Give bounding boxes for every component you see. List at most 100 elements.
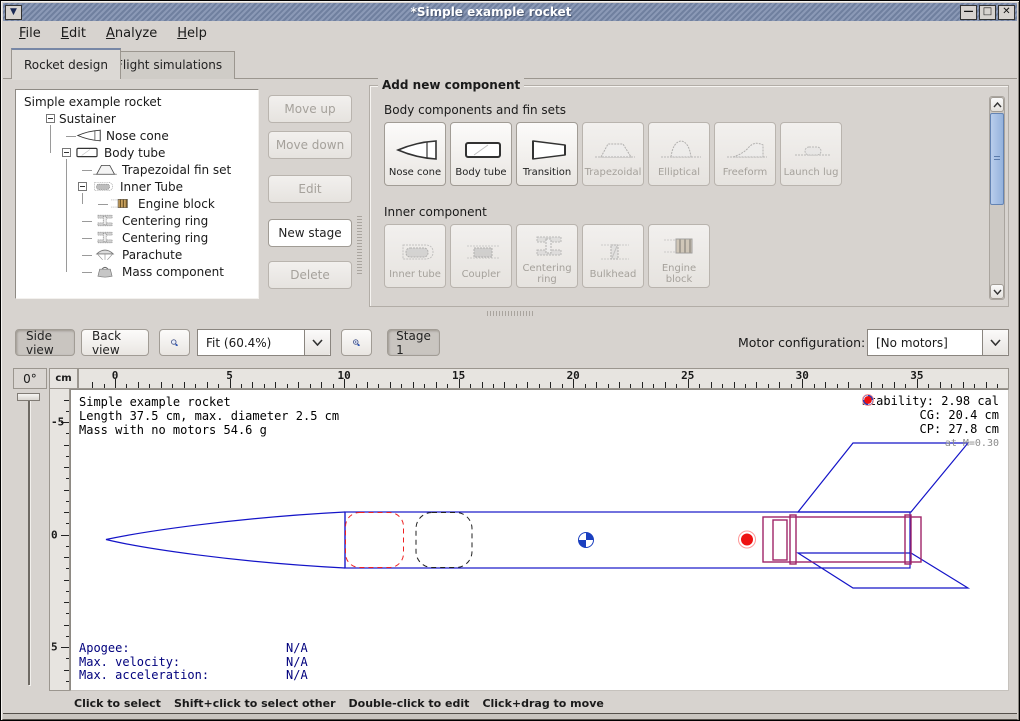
engineblock-icon <box>108 196 134 211</box>
ruler-tick <box>860 384 861 388</box>
tree-item-centering-ring[interactable]: Centering ring <box>16 212 208 229</box>
add-engine-block-button: Engine block <box>648 224 710 288</box>
ruler-tick <box>516 384 517 388</box>
ruler-tick <box>401 384 402 388</box>
ruler-tick <box>252 382 253 388</box>
vertical-ruler: -505 <box>49 389 70 691</box>
cp-line: CP: 27.8 cm <box>862 422 999 436</box>
tree-item-label: Parachute <box>118 248 182 262</box>
tree-item-parachute[interactable]: Parachute <box>16 246 182 263</box>
rocket-figure-canvas[interactable]: Simple example rocketLength 37.5 cm, max… <box>70 389 1009 691</box>
tree-item-body-tube[interactable]: Body tube <box>16 144 165 161</box>
ruler-tick <box>608 384 609 388</box>
tree-item-mass-component[interactable]: Mass component <box>16 263 224 280</box>
menu-help[interactable]: Help <box>169 24 215 43</box>
fin-icon <box>92 162 118 177</box>
ruler-tick <box>66 568 69 569</box>
motor-combo-arrow-icon[interactable] <box>982 330 1008 355</box>
scrollbar-thumb[interactable] <box>990 113 1004 205</box>
minimize-button[interactable]: — <box>960 5 977 20</box>
ruler-tick <box>424 384 425 388</box>
motor-configuration-combobox[interactable]: [No motors] <box>867 329 1009 356</box>
component-button-label: Transition <box>523 167 571 178</box>
component-button-label: Engine block <box>649 263 709 285</box>
ruler-tick-label: 15 <box>452 369 465 382</box>
ruler-tick <box>974 384 975 388</box>
cg-marker <box>579 533 594 548</box>
tree-item-nose-cone[interactable]: Nose cone <box>16 127 169 144</box>
scroll-down-button[interactable] <box>990 284 1004 299</box>
tree-item-label: Simple example rocket <box>20 95 161 109</box>
back-view-button[interactable]: Back view <box>81 329 149 356</box>
tree-item-inner-tube[interactable]: Inner Tube <box>16 178 183 195</box>
zoom-level-combobox[interactable]: Fit (60.4%) <box>197 329 331 356</box>
menu-analyze[interactable]: Analyze <box>98 24 165 43</box>
ruler-tick <box>66 591 69 592</box>
ruler-tick <box>642 382 643 388</box>
close-button[interactable]: ✕ <box>998 5 1015 20</box>
add-body-tube-button[interactable]: Body tube <box>450 122 512 186</box>
tree-item-trapezoidal-fin-set[interactable]: Trapezoidal fin set <box>16 161 231 178</box>
menu-edit[interactable]: Edit <box>53 24 94 43</box>
window-menu-icon[interactable]: ▼ <box>5 5 22 20</box>
rotation-slider-handle[interactable] <box>17 393 40 401</box>
bodytube-icon-holder <box>458 135 505 165</box>
ruler-tick <box>527 382 528 388</box>
ruler-tick <box>104 384 105 388</box>
tree-item-label: Sustainer <box>55 112 116 126</box>
stage-1-button[interactable]: Stage 1 <box>387 329 440 356</box>
ruler-tick <box>321 382 322 388</box>
nosecone-icon <box>395 138 439 162</box>
tab-rocket-design[interactable]: Rocket design <box>11 48 121 79</box>
ruler-tick <box>871 382 872 388</box>
innertube-icon <box>90 179 116 194</box>
tab-flight-simulations[interactable]: Flight simulations <box>103 51 235 79</box>
ruler-tick <box>596 382 597 388</box>
ruler-tick <box>745 384 746 388</box>
engineblock-icon-holder <box>656 231 703 261</box>
ruler-tick <box>64 670 69 671</box>
rocket-info-line: Length 37.5 cm, max. diameter 2.5 cm <box>79 409 339 423</box>
add-nose-cone-button[interactable]: Nose cone <box>384 122 446 186</box>
zoom-in-button[interactable] <box>341 329 372 356</box>
nosecone-icon <box>76 128 102 143</box>
maximize-button[interactable]: □ <box>979 5 996 20</box>
flight-data-row: Max. acceleration:N/A <box>79 669 308 683</box>
tree-item-engine-block[interactable]: Engine block <box>16 195 215 212</box>
side-view-button[interactable]: Side view <box>15 329 75 356</box>
ruler-tick <box>539 384 540 388</box>
ruler-tick <box>66 681 69 682</box>
component-tree[interactable]: Simple example rocket SustainerNose coneB… <box>15 89 259 299</box>
tree-item-centering-ring[interactable]: Centering ring <box>16 229 208 246</box>
scroll-up-button[interactable] <box>990 97 1004 112</box>
ruler-tick <box>64 512 69 513</box>
ruler-tick <box>447 384 448 388</box>
ruler-tick-label: -5 <box>51 416 64 429</box>
menu-file[interactable]: File <box>11 24 49 43</box>
tree-item-sustainer[interactable]: Sustainer <box>16 110 116 127</box>
vertical-splitter[interactable] <box>357 216 362 276</box>
ruler-tick <box>814 384 815 388</box>
innertube-icon-holder <box>392 237 439 267</box>
menu-bar: FileEditAnalyzeHelp <box>3 21 1017 45</box>
window-bottom-edge <box>3 713 1017 720</box>
zoom-out-button[interactable] <box>159 329 190 356</box>
ruler-tick <box>66 636 69 637</box>
parachute-icon <box>92 247 118 262</box>
component-scrollbar[interactable] <box>989 96 1005 300</box>
rotation-slider[interactable] <box>28 397 30 685</box>
horizontal-splitter[interactable] <box>487 311 533 316</box>
move-up-button: Move up <box>268 95 352 123</box>
add-transition-button[interactable]: Transition <box>516 122 578 186</box>
horizontal-ruler: 05101520253035 <box>78 368 1009 389</box>
trapezoidal-icon-holder <box>590 135 637 165</box>
new-stage-button[interactable]: New stage <box>268 219 352 247</box>
zoom-combo-arrow-icon[interactable] <box>304 330 330 355</box>
flight-data-value: N/A <box>286 641 308 655</box>
tree-expander[interactable] <box>62 148 71 157</box>
tree-item-simple-example-rocket[interactable]: Simple example rocket <box>16 93 161 110</box>
add-trapezoidal-button: Trapezoidal <box>582 122 644 186</box>
ruler-tick <box>963 382 964 388</box>
tree-expander[interactable] <box>78 182 87 191</box>
tree-expander[interactable] <box>46 114 55 123</box>
